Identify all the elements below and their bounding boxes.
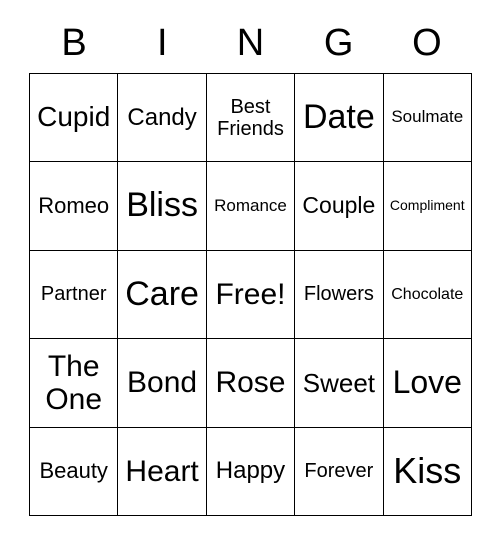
cell-label: Sweet [302,367,375,398]
header-letter: B [61,22,87,64]
bingo-cell[interactable]: Date [295,74,384,163]
bingo-header: BINGO [30,22,471,65]
bingo-cell[interactable]: Heart [118,427,207,516]
bingo-cell[interactable]: Forever [295,427,384,516]
bingo-grid: Cupid Candy Best Friends Date Soulmate Romeo B… [29,73,472,516]
cell-label: Partner [40,283,107,306]
cell-label: Forever [304,460,374,483]
header-letter: N [236,22,265,64]
cell-label: Happy [215,457,286,485]
cell-label: Bond [127,366,198,400]
bingo-cell[interactable]: Romance [206,162,296,251]
bingo-cell[interactable]: Soulmate [383,74,472,163]
cell-label: Heart [125,454,199,488]
bingo-cell[interactable]: The One [30,339,119,428]
cell-label: Date [302,98,375,136]
cell-label: Soulmate [391,107,464,127]
cell-label: Love [392,364,462,401]
cell-label: Romeo [38,192,110,218]
cell-label: Rose [215,366,286,400]
cell-label: Romance [214,195,287,215]
cell-label: Compliment [389,197,465,214]
bingo-cell[interactable]: Cupid [30,74,119,163]
bingo-cell[interactable]: Care [118,250,207,340]
bingo-cell[interactable]: Chocolate [383,250,472,340]
bingo-cell[interactable]: Compliment [383,162,472,251]
bingo-cell[interactable]: Couple [295,162,384,251]
bingo-cell[interactable]: Kiss [383,427,472,516]
cell-label: Beauty [39,458,108,484]
cell-label: Couple [302,192,376,219]
cell-label: Free! [215,277,286,311]
cell-label: Flowers [303,283,374,306]
bingo-cell[interactable]: Beauty [30,427,119,516]
bingo-cell[interactable]: Bliss [118,162,207,251]
header-letter: I [157,22,168,64]
bingo-cell[interactable]: Candy [118,74,207,163]
cell-label: Cupid [37,101,111,133]
bingo-cell[interactable]: Bond [118,339,207,428]
bingo-cell[interactable]: Flowers [295,250,384,340]
cell-label: Bliss [126,186,198,225]
cell-label: Kiss [393,450,462,492]
bingo-cell[interactable]: Romeo [30,162,119,251]
header-letter: G [323,22,354,64]
bingo-cell[interactable]: Sweet [295,339,384,428]
cell-label: Care [125,274,199,313]
bingo-cell[interactable]: Love [383,339,472,428]
cell-label: Candy [127,103,197,131]
bingo-cell[interactable]: Rose [206,339,296,428]
cell-label: The One [45,349,103,416]
bingo-cell[interactable]: Happy [206,427,296,516]
header-letter: O [412,22,442,64]
cell-label: Chocolate [391,285,464,303]
cell-label: Best Friends [217,95,284,140]
bingo-cell[interactable]: Free! [206,250,296,340]
bingo-cell[interactable]: Best Friends [206,74,296,163]
bingo-cell[interactable]: Partner [30,250,119,340]
